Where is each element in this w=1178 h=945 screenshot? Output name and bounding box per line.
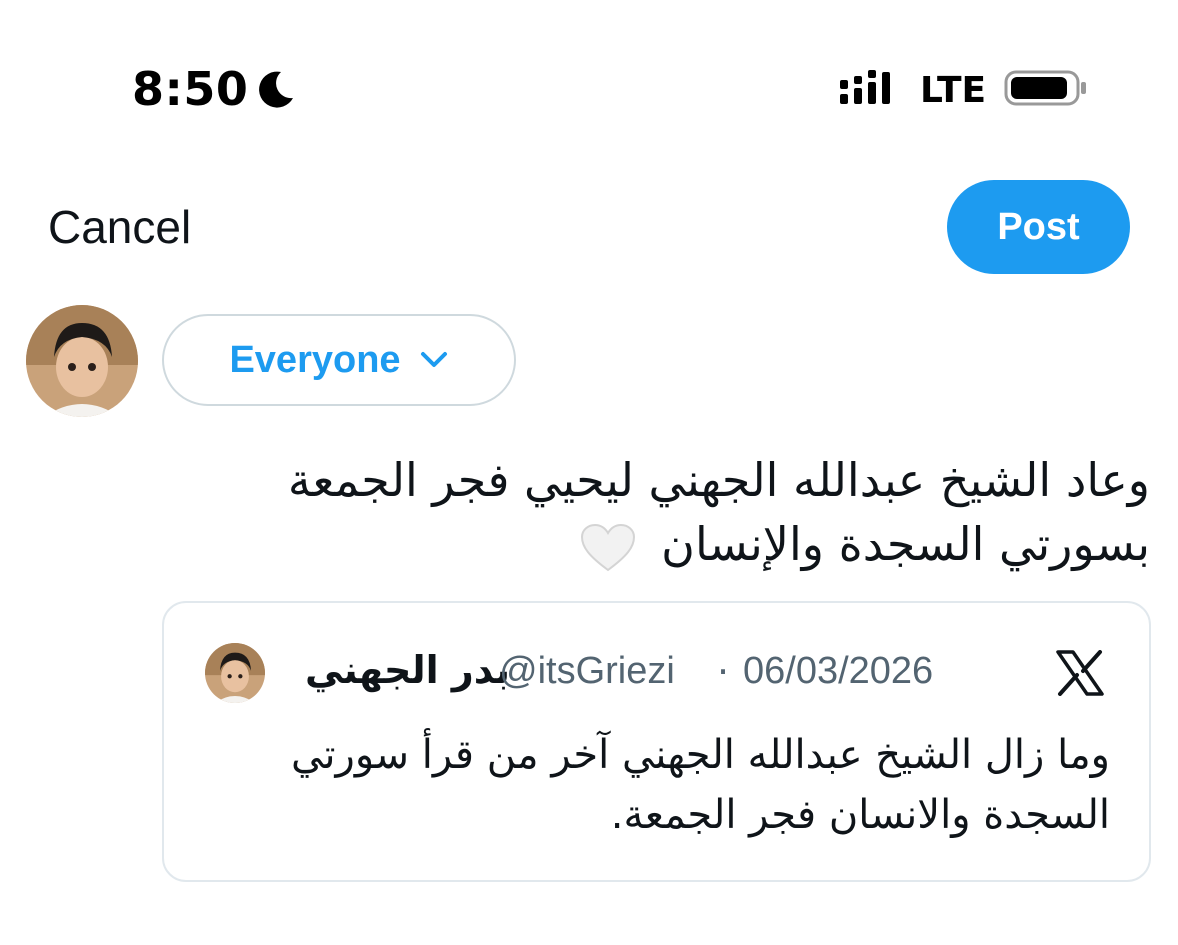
quoted-avatar [205,643,265,703]
avatar-image [26,305,138,417]
quoted-date: 06/03/2026 [743,650,934,692]
quoted-post-text: وما زال الشيخ عبدالله الجهني آخر من قرأ … [210,725,1110,845]
cancel-button[interactable]: Cancel [48,200,191,254]
signal-icon [840,70,890,104]
white-heart-icon [580,523,635,571]
post-text-line: وعاد الشيخ عبدالله الجهني ليحيي فجر الجم… [287,453,1150,507]
chevron-down-icon [420,352,447,367]
network-label: LTE [920,70,987,111]
status-time: 8:50 [132,62,249,116]
quoted-avatar-image [205,643,265,703]
avatar[interactable] [26,305,138,417]
moon-icon [259,71,293,108]
post-text-line-2: بسورتي السجدة والإنسان [150,512,1150,576]
quoted-display-name: بدر الجهني [304,648,510,692]
quoted-text-line: وما زال الشيخ عبدالله الجهني آخر من قرأ … [291,732,1110,778]
quoted-handle: @itsGriezi [499,650,675,692]
audience-label: Everyone [229,338,401,381]
x-logo-icon [1056,650,1104,696]
audience-selector[interactable]: Everyone [162,314,516,406]
post-button[interactable]: Post [947,180,1130,274]
post-text-input[interactable]: وعاد الشيخ عبدالله الجهني ليحيي فجر الجم… [150,448,1150,576]
quoted-text-line: السجدة والانسان فجر الجمعة. [610,792,1110,838]
separator-dot: · [717,650,730,694]
post-text-line: بسورتي السجدة والإنسان [661,517,1150,571]
battery-icon [1004,70,1086,106]
